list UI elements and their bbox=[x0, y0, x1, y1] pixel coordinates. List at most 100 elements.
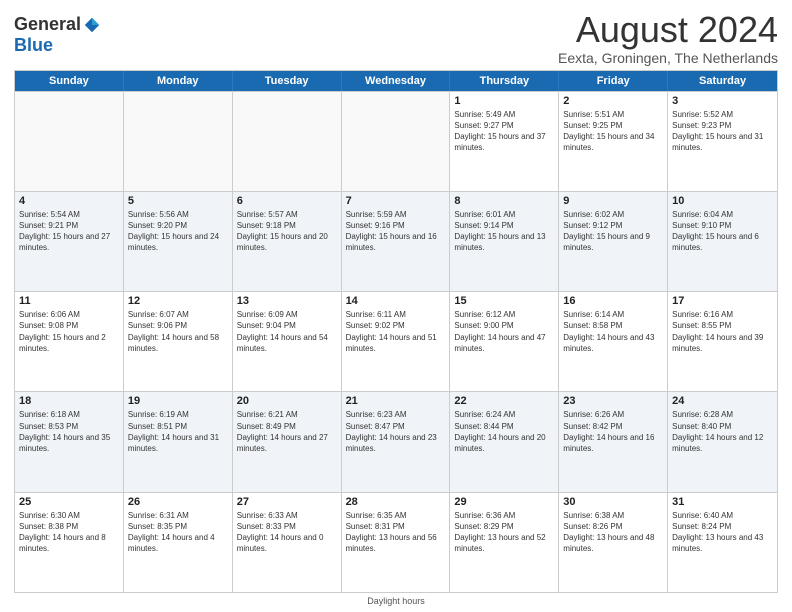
week-2: 4 Sunrise: 5:54 AM Sunset: 9:21 PM Daylig… bbox=[15, 191, 777, 291]
day-19: 19Sunrise: 6:19 AM Sunset: 8:51 PM Dayli… bbox=[124, 392, 233, 491]
day-number-19: 19 bbox=[128, 395, 228, 407]
day-10: 10 Sunrise: 6:04 AM Sunset: 9:10 PM Dayli… bbox=[668, 192, 777, 291]
day-16: 16 Sunrise: 6:14 AM Sunset: 8:58 PM Dayli… bbox=[559, 292, 668, 391]
day-info-4: Sunrise: 5:54 AM Sunset: 9:21 PM Dayligh… bbox=[19, 209, 119, 254]
day-12: 12 Sunrise: 6:07 AM Sunset: 9:06 PM Dayli… bbox=[124, 292, 233, 391]
calendar-body: 1 Sunrise: 5:49 AM Sunset: 9:27 PM Daylig… bbox=[15, 91, 777, 592]
day-number-12: 12 bbox=[128, 295, 228, 307]
page: General Blue August 2024 Eexta, Groninge… bbox=[0, 0, 792, 612]
day-number-8: 8 bbox=[454, 195, 554, 207]
day-info-17: Sunrise: 6:16 AM Sunset: 8:55 PM Dayligh… bbox=[672, 309, 773, 354]
day-number-16: 16 bbox=[563, 295, 663, 307]
day-13: 13 Sunrise: 6:09 AM Sunset: 9:04 PM Dayli… bbox=[233, 292, 342, 391]
day-number-21: 21 bbox=[346, 395, 446, 407]
day-28: 28 Sunrise: 6:35 AM Sunset: 8:31 PM Dayli… bbox=[342, 493, 451, 592]
day-23: 23 Sunrise: 6:26 AM Sunset: 8:42 PM Dayli… bbox=[559, 392, 668, 491]
day-info-26: Sunrise: 6:31 AM Sunset: 8:35 PM Dayligh… bbox=[128, 510, 228, 555]
day-number-27: 27 bbox=[237, 496, 337, 508]
day-info-5: Sunrise: 5:56 AM Sunset: 9:20 PM Dayligh… bbox=[128, 209, 228, 254]
day-1: 1 Sunrise: 5:49 AM Sunset: 9:27 PM Daylig… bbox=[450, 92, 559, 191]
day-26: 26Sunrise: 6:31 AM Sunset: 8:35 PM Dayli… bbox=[124, 493, 233, 592]
day-2: 2Sunrise: 5:51 AM Sunset: 9:25 PM Daylig… bbox=[559, 92, 668, 191]
day-18: 18 Sunrise: 6:18 AM Sunset: 8:53 PM Dayli… bbox=[15, 392, 124, 491]
day-number-6: 6 bbox=[237, 195, 337, 207]
day-5: 5 Sunrise: 5:56 AM Sunset: 9:20 PM Daylig… bbox=[124, 192, 233, 291]
logo-blue-text: Blue bbox=[14, 35, 53, 56]
day-info-8: Sunrise: 6:01 AM Sunset: 9:14 PM Dayligh… bbox=[454, 209, 554, 254]
day-info-12: Sunrise: 6:07 AM Sunset: 9:06 PM Dayligh… bbox=[128, 309, 228, 354]
day-info-10: Sunrise: 6:04 AM Sunset: 9:10 PM Dayligh… bbox=[672, 209, 773, 254]
empty-cell bbox=[15, 92, 124, 191]
week-3: 11 Sunrise: 6:06 AM Sunset: 9:08 PM Dayli… bbox=[15, 291, 777, 391]
day-info-16: Sunrise: 6:14 AM Sunset: 8:58 PM Dayligh… bbox=[563, 309, 663, 354]
day-number-5: 5 bbox=[128, 195, 228, 207]
day-number-14: 14 bbox=[346, 295, 446, 307]
header-thursday: Thursday bbox=[450, 71, 559, 91]
day-info-23: Sunrise: 6:26 AM Sunset: 8:42 PM Dayligh… bbox=[563, 409, 663, 454]
day-info-27: Sunrise: 6:33 AM Sunset: 8:33 PM Dayligh… bbox=[237, 510, 337, 555]
day-number-18: 18 bbox=[19, 395, 119, 407]
title-block: August 2024 Eexta, Groningen, The Nether… bbox=[558, 10, 778, 66]
footer-note: Daylight hours bbox=[14, 596, 778, 606]
day-number-13: 13 bbox=[237, 295, 337, 307]
logo-general-text: General bbox=[14, 14, 81, 35]
day-info-9: Sunrise: 6:02 AM Sunset: 9:12 PM Dayligh… bbox=[563, 209, 663, 254]
day-info-28: Sunrise: 6:35 AM Sunset: 8:31 PM Dayligh… bbox=[346, 510, 446, 555]
day-info-20: Sunrise: 6:21 AM Sunset: 8:49 PM Dayligh… bbox=[237, 409, 337, 454]
logo-icon bbox=[83, 16, 101, 34]
day-info-2: Sunrise: 5:51 AM Sunset: 9:25 PM Dayligh… bbox=[563, 109, 663, 154]
empty-cell bbox=[342, 92, 451, 191]
calendar-header: SundayMondayTuesdayWednesdayThursdayFrid… bbox=[15, 71, 777, 91]
calendar: SundayMondayTuesdayWednesdayThursdayFrid… bbox=[14, 70, 778, 593]
header-friday: Friday bbox=[559, 71, 668, 91]
day-14: 14 Sunrise: 6:11 AM Sunset: 9:02 PM Dayli… bbox=[342, 292, 451, 391]
day-number-9: 9 bbox=[563, 195, 663, 207]
day-info-1: Sunrise: 5:49 AM Sunset: 9:27 PM Dayligh… bbox=[454, 109, 554, 154]
day-6: 6 Sunrise: 5:57 AM Sunset: 9:18 PM Daylig… bbox=[233, 192, 342, 291]
day-info-14: Sunrise: 6:11 AM Sunset: 9:02 PM Dayligh… bbox=[346, 309, 446, 354]
day-29: 29Sunrise: 6:36 AM Sunset: 8:29 PM Dayli… bbox=[450, 493, 559, 592]
day-7: 7 Sunrise: 5:59 AM Sunset: 9:16 PM Daylig… bbox=[342, 192, 451, 291]
day-number-20: 20 bbox=[237, 395, 337, 407]
header-tuesday: Tuesday bbox=[233, 71, 342, 91]
day-27: 27 Sunrise: 6:33 AM Sunset: 8:33 PM Dayli… bbox=[233, 493, 342, 592]
day-31: 31Sunrise: 6:40 AM Sunset: 8:24 PM Dayli… bbox=[668, 493, 777, 592]
header: General Blue August 2024 Eexta, Groninge… bbox=[14, 10, 778, 66]
day-17: 17 Sunrise: 6:16 AM Sunset: 8:55 PM Dayli… bbox=[668, 292, 777, 391]
day-number-1: 1 bbox=[454, 95, 554, 107]
day-info-18: Sunrise: 6:18 AM Sunset: 8:53 PM Dayligh… bbox=[19, 409, 119, 454]
day-info-13: Sunrise: 6:09 AM Sunset: 9:04 PM Dayligh… bbox=[237, 309, 337, 354]
day-number-15: 15 bbox=[454, 295, 554, 307]
day-number-11: 11 bbox=[19, 295, 119, 307]
day-number-28: 28 bbox=[346, 496, 446, 508]
day-number-3: 3 bbox=[672, 95, 773, 107]
day-info-6: Sunrise: 5:57 AM Sunset: 9:18 PM Dayligh… bbox=[237, 209, 337, 254]
day-info-15: Sunrise: 6:12 AM Sunset: 9:00 PM Dayligh… bbox=[454, 309, 554, 354]
header-sunday: Sunday bbox=[15, 71, 124, 91]
week-1: 1 Sunrise: 5:49 AM Sunset: 9:27 PM Daylig… bbox=[15, 91, 777, 191]
day-info-30: Sunrise: 6:38 AM Sunset: 8:26 PM Dayligh… bbox=[563, 510, 663, 555]
day-number-23: 23 bbox=[563, 395, 663, 407]
week-4: 18 Sunrise: 6:18 AM Sunset: 8:53 PM Dayli… bbox=[15, 391, 777, 491]
header-wednesday: Wednesday bbox=[342, 71, 451, 91]
header-monday: Monday bbox=[124, 71, 233, 91]
day-number-7: 7 bbox=[346, 195, 446, 207]
day-info-11: Sunrise: 6:06 AM Sunset: 9:08 PM Dayligh… bbox=[19, 309, 119, 354]
day-number-29: 29 bbox=[454, 496, 554, 508]
day-number-4: 4 bbox=[19, 195, 119, 207]
day-number-17: 17 bbox=[672, 295, 773, 307]
day-3: 3Sunrise: 5:52 AM Sunset: 9:23 PM Daylig… bbox=[668, 92, 777, 191]
day-info-31: Sunrise: 6:40 AM Sunset: 8:24 PM Dayligh… bbox=[672, 510, 773, 555]
day-info-21: Sunrise: 6:23 AM Sunset: 8:47 PM Dayligh… bbox=[346, 409, 446, 454]
day-30: 30Sunrise: 6:38 AM Sunset: 8:26 PM Dayli… bbox=[559, 493, 668, 592]
subtitle: Eexta, Groningen, The Netherlands bbox=[558, 50, 778, 66]
day-info-7: Sunrise: 5:59 AM Sunset: 9:16 PM Dayligh… bbox=[346, 209, 446, 254]
empty-cell bbox=[124, 92, 233, 191]
day-11: 11 Sunrise: 6:06 AM Sunset: 9:08 PM Dayli… bbox=[15, 292, 124, 391]
day-number-10: 10 bbox=[672, 195, 773, 207]
day-8: 8 Sunrise: 6:01 AM Sunset: 9:14 PM Daylig… bbox=[450, 192, 559, 291]
day-number-24: 24 bbox=[672, 395, 773, 407]
day-15: 15 Sunrise: 6:12 AM Sunset: 9:00 PM Dayli… bbox=[450, 292, 559, 391]
day-22: 22Sunrise: 6:24 AM Sunset: 8:44 PM Dayli… bbox=[450, 392, 559, 491]
day-24: 24Sunrise: 6:28 AM Sunset: 8:40 PM Dayli… bbox=[668, 392, 777, 491]
